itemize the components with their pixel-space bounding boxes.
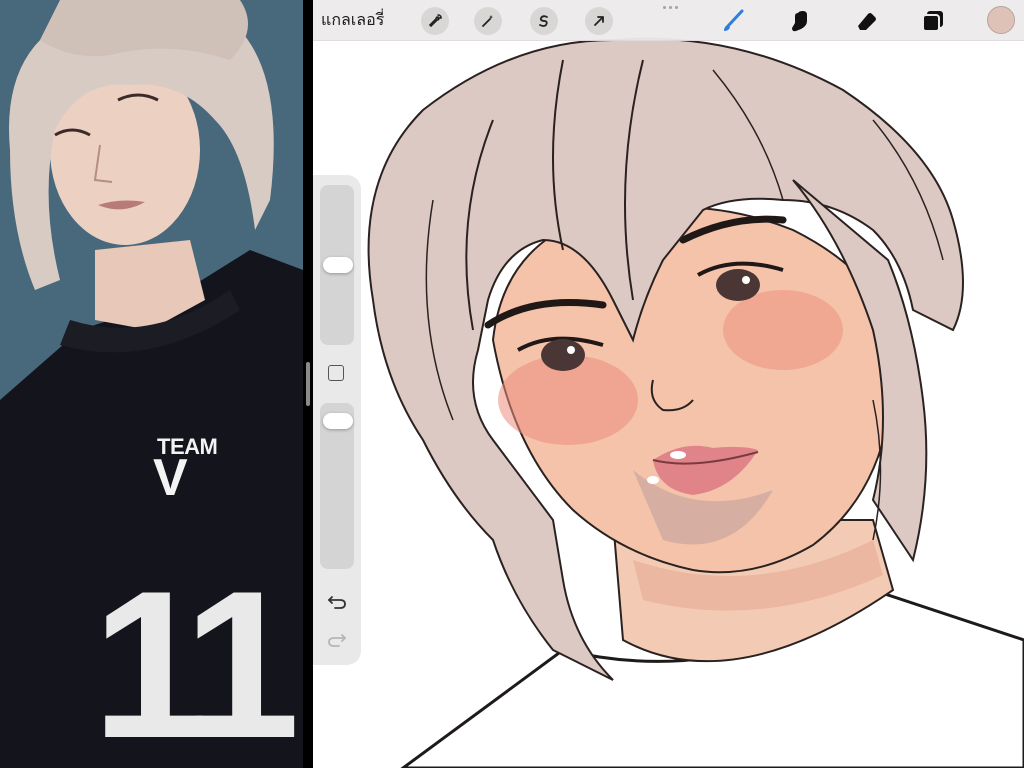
smudge-tool-button[interactable] xyxy=(785,6,815,36)
eraser-tool-button[interactable] xyxy=(851,6,881,36)
toolbar-grabber[interactable] xyxy=(663,6,678,9)
shirt-text-logo: V xyxy=(153,449,188,507)
selection-s-icon xyxy=(539,15,548,27)
reference-photo-pane[interactable]: TEAM V 11 xyxy=(0,0,303,768)
top-toolbar: แกลเลอรี่ xyxy=(313,0,1024,41)
gallery-button[interactable]: แกลเลอรี่ xyxy=(321,9,384,31)
adjustments-button[interactable] xyxy=(474,7,502,35)
layers-button[interactable] xyxy=(918,6,948,36)
selection-button[interactable] xyxy=(530,7,558,35)
actions-button[interactable] xyxy=(421,7,449,35)
wrench-icon xyxy=(428,14,442,28)
redo-icon[interactable] xyxy=(326,628,348,650)
shirt-number: 11 xyxy=(92,547,300,768)
split-view-handle[interactable] xyxy=(306,362,310,406)
brush-tool-button[interactable] xyxy=(718,6,748,36)
modify-square-icon[interactable] xyxy=(328,365,344,381)
brush-size-thumb[interactable] xyxy=(323,257,353,273)
arrow-cursor-icon xyxy=(594,16,604,26)
layers-icon xyxy=(922,11,943,32)
brush-icon xyxy=(724,9,744,31)
smudge-finger-icon xyxy=(792,11,807,32)
eraser-icon xyxy=(858,13,876,30)
brush-opacity-thumb[interactable] xyxy=(323,413,353,429)
color-picker-button[interactable] xyxy=(987,6,1015,34)
procreate-app: แกลเลอรี่ xyxy=(313,0,1024,768)
drawing-canvas[interactable] xyxy=(313,0,1024,768)
magic-wand-icon xyxy=(482,15,493,27)
undo-icon[interactable] xyxy=(326,590,348,612)
sidebar xyxy=(313,175,361,665)
transform-button[interactable] xyxy=(585,7,613,35)
